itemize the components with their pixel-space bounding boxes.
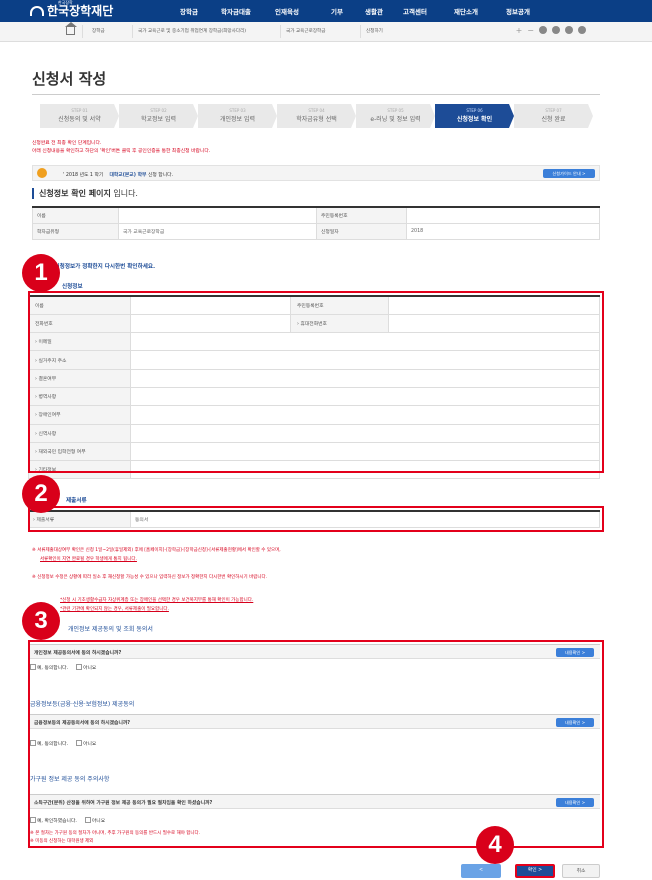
menu-item-about[interactable]: 재단소개 [454, 6, 505, 16]
highlight-box-3 [28, 640, 604, 848]
zoom-out-icon[interactable]: − [527, 26, 534, 35]
print-icon[interactable] [539, 26, 547, 34]
section-heading-bold: 신청정보 확인 페이지 [39, 189, 111, 198]
agreement-title: 개인정보 제공동의 및 조회 동의서 [68, 626, 153, 633]
menu-item-student-loan[interactable]: 학자금대출 [221, 6, 274, 16]
note-line-5: *관련 기관에 확인되지 않는 경우, 서류제출이 필요합니다. [60, 606, 169, 612]
page-tools: + − [516, 26, 586, 35]
step-number: STEP 07 [545, 108, 562, 113]
note-link: *관련 기관에 확인되지 않는 경우, 서류제출이 필요합니다. [60, 607, 169, 612]
notice-line-1: 신청완료 전 최종 확인 단계입니다. [32, 141, 102, 146]
menu-item-customer-center[interactable]: 고객센터 [403, 6, 453, 16]
application-term-text: ' 2018 년도 1 학기 대학교(본교) 학부 신청 합니다. [63, 171, 173, 178]
callout-badge-2: 2 [22, 475, 60, 513]
step-5: STEP 05 e-러닝 및 정보 입력 [356, 104, 435, 128]
breadcrumb-item-1[interactable]: 장학금 [92, 28, 105, 34]
divider [360, 25, 361, 38]
menu-item-dormitory[interactable]: 생활관 [365, 6, 402, 16]
term-prefix: ' 2018 년도 1 학기 [63, 173, 104, 178]
step-6-active: STEP 06 신청정보 확인 [435, 104, 514, 128]
step-number: STEP 04 [308, 108, 325, 113]
name-label: 이름 [32, 206, 119, 224]
highlight-box-2 [28, 506, 604, 532]
callout-badge-3: 3 [22, 602, 60, 640]
type-value: 국가 교육근로장학금 [118, 222, 317, 240]
note-line-3: ※ 신청정보 수정은 상황에 따라 일소 후 재신청할 가능성 수 있으나 입력… [32, 575, 268, 580]
top-navigation-bar: 한국장학 한국장학재단 장학금 학자금대출 인재육성 기부 생활관 고객센터 재… [0, 0, 652, 22]
step-number: STEP 03 [229, 108, 246, 113]
divider [82, 25, 83, 38]
date-label: 신청일자 [316, 222, 407, 240]
callout-badge-4: 4 [476, 826, 514, 864]
step-label: 신청 완료 [541, 116, 566, 123]
summary-table: 이름 주민등록번호 학자금유형 국가 교육근로장학금 신청일자 2018 [32, 206, 600, 240]
term-suffix: 신청 합니다. [147, 173, 174, 178]
divider [132, 25, 133, 38]
ssn-label: 주민등록번호 [316, 206, 407, 224]
school-name: 대학교(본교) 학부 [109, 173, 147, 178]
step-label: 신청동의 및 서약 [58, 116, 101, 123]
section-heading-rest: 입니다. [110, 189, 138, 198]
divider [280, 25, 281, 38]
breadcrumb-item-3[interactable]: 국가 교육근로장학금 [286, 28, 326, 34]
highlight-box-1 [28, 291, 604, 473]
sns-icon[interactable] [565, 26, 573, 34]
menu-item-disclosure[interactable]: 정보공개 [506, 6, 545, 16]
date-value: 2018 [406, 222, 600, 240]
menu-item-donation[interactable]: 기부 [331, 6, 364, 16]
type-label: 학자금유형 [32, 222, 119, 240]
step-number: STEP 02 [150, 108, 167, 113]
main-menu: 장학금 학자금대출 인재육성 기부 생활관 고객센터 재단소개 정보공개 [180, 6, 546, 16]
site-logo[interactable]: 한국장학 한국장학재단 [30, 0, 114, 19]
zoom-in-icon[interactable]: + [516, 26, 523, 35]
logo-text: 한국장학재단 [47, 4, 114, 18]
menu-item-scholarship[interactable]: 장학금 [180, 6, 220, 16]
step-label: e-러닝 및 정보 입력 [370, 116, 421, 123]
cancel-button[interactable]: 취소 [562, 864, 600, 878]
step-number: STEP 06 [466, 108, 483, 113]
notice-line-2: 아래 신청내용을 확인하고 하단의 '확인'버튼 클릭 후 공인인증을 통한 최… [32, 149, 211, 154]
breadcrumb: 장학금 국가 교육근로 및 중소기업 취업연계 장학금(희망사다리) 국가 교육… [0, 22, 652, 42]
step-3: STEP 03 개인정보 입력 [198, 104, 277, 128]
step-1: STEP 01 신청동의 및 서약 [40, 104, 119, 128]
step-label: 신청정보 확인 [456, 116, 493, 123]
prev-button[interactable]: < [461, 864, 501, 878]
table-row: 이름 주민등록번호 [32, 206, 600, 224]
name-value [118, 206, 317, 224]
note-link: 서류확인이 지연 완료될 경우 학생에게 통지 됩니다. [40, 557, 137, 562]
step-indicator: STEP 01 신청동의 및 서약 STEP 02 학교정보 입력 STEP 03 개… [40, 104, 596, 128]
table-row: 학자금유형 국가 교육근로장학금 신청일자 2018 [32, 222, 600, 240]
close-icon[interactable] [578, 26, 586, 34]
application-info-bar: ' 2018 년도 1 학기 대학교(본교) 학부 신청 합니다. 신청가이드 … [32, 165, 600, 181]
page-title: 신청서 작성 [32, 70, 107, 88]
confirm-button[interactable]: 확인 > [515, 864, 555, 878]
step-4: STEP 04 학자금유형 선택 [277, 104, 356, 128]
step-label: 학자금유형 선택 [296, 116, 337, 123]
step-label: 학교정보 입력 [140, 116, 177, 123]
ssn-value [406, 206, 600, 224]
menu-item-talent[interactable]: 인재육성 [275, 6, 330, 16]
documents-title: 제출서류 [66, 498, 87, 504]
step-number: STEP 05 [387, 108, 404, 113]
section-heading: 신청정보 확인 페이지 입니다. [32, 188, 138, 199]
breadcrumb-item-4[interactable]: 신청하기 [366, 28, 383, 34]
callout-badge-1: 1 [22, 254, 60, 292]
lightbulb-icon [37, 168, 47, 178]
note-line-2: 서류확인이 지연 완료될 경우 학생에게 통지 됩니다. [40, 556, 137, 562]
breadcrumb-item-2[interactable]: 국가 교육근로 및 중소기업 취업연계 장학금(희망사다리) [138, 28, 246, 34]
step-number: STEP 01 [71, 108, 88, 113]
note-line-1: ※ 서류제출대상여부 확인은 신청 1일~2일(휴일제외) 후에 [홈페이지]-… [32, 548, 281, 553]
step-2: STEP 02 학교정보 입력 [119, 104, 198, 128]
step-7: STEP 07 신청 완료 [514, 104, 593, 128]
logo-tagline: 한국장학 [58, 0, 73, 5]
step-label: 개인정보 입력 [219, 116, 256, 123]
note-line-4: *신청 시 기초생활수급자 자상위계층 또는 장애인을 선택한 경우 보건복지부… [60, 597, 253, 603]
note-link: *신청 시 기초생활수급자 자상위계층 또는 장애인을 선택한 경우 보건복지부… [60, 598, 254, 603]
personal-info-title: 신청정보 [62, 284, 83, 290]
guide-button[interactable]: 신청가이드 안내 > [543, 169, 595, 178]
divider [32, 94, 600, 95]
logo-mark-icon [30, 6, 44, 16]
home-icon[interactable] [65, 22, 77, 35]
share-icon[interactable] [552, 26, 560, 34]
